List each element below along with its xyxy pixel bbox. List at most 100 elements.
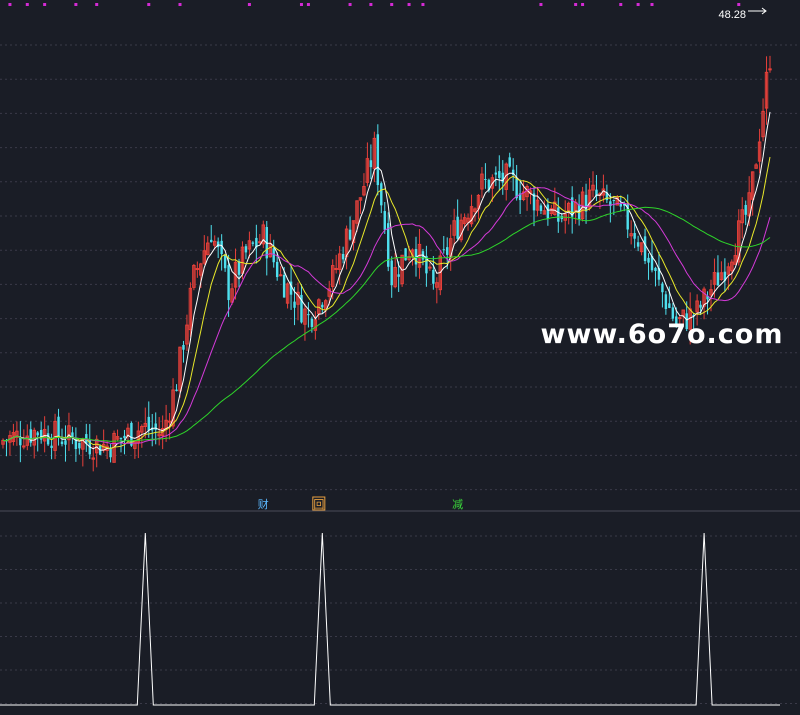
- candle: [365, 142, 370, 187]
- candle: [754, 163, 758, 169]
- candle-body: [744, 204, 747, 215]
- candle-body: [293, 301, 296, 308]
- candle: [188, 282, 193, 337]
- candle-body: [442, 249, 445, 251]
- candle: [456, 199, 459, 241]
- candle: [348, 216, 352, 241]
- candle-body: [182, 344, 185, 350]
- price-label: 48.28: [718, 7, 767, 21]
- candle-body: [275, 261, 279, 278]
- candle: [647, 253, 650, 280]
- candle-body: [636, 242, 640, 247]
- candle: [750, 171, 755, 216]
- candle: [321, 302, 324, 314]
- candle-body: [282, 274, 286, 298]
- candle-body: [428, 266, 432, 269]
- candle: [57, 408, 60, 446]
- candle: [39, 421, 43, 444]
- top-marker: [539, 3, 543, 6]
- candle-body: [612, 200, 616, 202]
- watermark-text: www.6o7o.com: [541, 319, 784, 350]
- candle-body: [195, 268, 200, 271]
- candle: [255, 224, 258, 264]
- candle: [313, 311, 318, 340]
- candle: [19, 421, 22, 463]
- candle-body: [310, 318, 314, 327]
- candle: [206, 236, 210, 256]
- candle: [480, 167, 484, 198]
- candle-body: [768, 68, 772, 71]
- candle: [11, 423, 16, 446]
- candle: [757, 128, 762, 174]
- top-marker: [619, 3, 623, 6]
- candle: [195, 261, 200, 278]
- candle: [36, 431, 39, 452]
- candle-body: [584, 194, 588, 212]
- top-marker: [8, 3, 12, 6]
- candle: [151, 413, 154, 447]
- candle-body: [348, 229, 352, 240]
- top-marker: [737, 3, 741, 6]
- candle: [5, 438, 8, 457]
- price-label-text: 48.28: [718, 9, 746, 21]
- candle: [452, 208, 456, 246]
- candle: [744, 200, 747, 226]
- candle-body: [223, 255, 227, 269]
- candle: [334, 254, 338, 274]
- candle-body: [498, 171, 501, 178]
- stock-chart: 48.28 财 回 减 www.6o7o.com: [0, 0, 800, 710]
- candle: [244, 244, 248, 260]
- candle: [220, 234, 223, 271]
- event-label: 财: [258, 497, 269, 511]
- candle: [74, 427, 78, 462]
- candle-body: [36, 432, 39, 436]
- candle: [140, 424, 144, 448]
- candle-body: [147, 416, 150, 431]
- candle: [109, 444, 112, 463]
- candle-body: [664, 294, 668, 309]
- top-marker: [421, 3, 425, 6]
- top-marker: [369, 3, 373, 6]
- candle: [498, 155, 501, 191]
- top-marker: [147, 3, 151, 6]
- candle-body: [50, 445, 53, 448]
- candle: [300, 284, 303, 324]
- candle: [258, 233, 262, 244]
- candle: [1, 438, 5, 449]
- candle: [723, 258, 727, 292]
- candle: [515, 164, 518, 201]
- candle-body: [661, 283, 664, 293]
- candle-body: [647, 257, 650, 263]
- candle: [428, 263, 432, 271]
- candle: [639, 242, 644, 256]
- candle-body: [22, 445, 26, 448]
- candle: [629, 220, 633, 245]
- candle: [542, 200, 547, 215]
- price-pointer-arrow: [748, 7, 767, 15]
- candle: [303, 303, 307, 341]
- candle-body: [380, 183, 383, 206]
- candle-body: [484, 179, 487, 181]
- candle: [64, 425, 67, 462]
- candle-body: [119, 437, 123, 440]
- candle: [8, 430, 12, 456]
- candle: [664, 290, 668, 315]
- candle-body: [334, 267, 338, 270]
- candle: [442, 236, 445, 254]
- sub-grid: [0, 535, 800, 704]
- candle-body: [175, 389, 178, 392]
- ma-yellow-line: [2, 156, 771, 450]
- candle: [400, 254, 404, 287]
- candle: [730, 259, 734, 280]
- candle-body: [210, 239, 213, 243]
- candle: [105, 441, 109, 459]
- candle: [469, 194, 474, 227]
- top-markers: [8, 3, 741, 6]
- candle: [296, 282, 300, 321]
- candle: [285, 282, 290, 309]
- candle: [376, 124, 380, 196]
- candle: [32, 427, 36, 459]
- top-marker: [74, 3, 78, 6]
- ma-magenta-line: [2, 187, 771, 445]
- candle-body: [57, 416, 60, 438]
